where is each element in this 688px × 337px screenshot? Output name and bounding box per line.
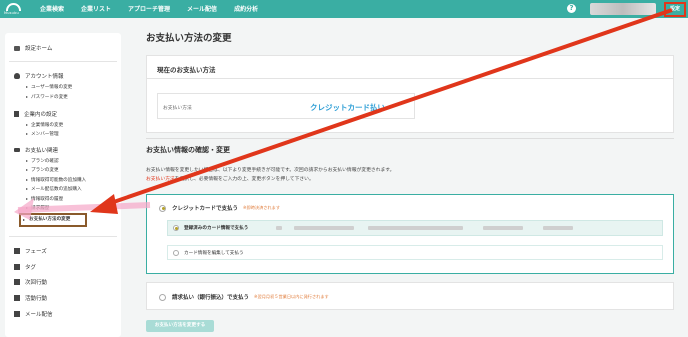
divider xyxy=(147,78,673,79)
sidebar-item-mail[interactable]: メール配信 xyxy=(14,310,53,318)
sidebar-section-payment: お支払い関連 xyxy=(14,146,58,154)
invoice-option-box: 請求払い（銀行振込）で支払う ※翌月月初５営業日以内に発行されます xyxy=(146,282,674,310)
help-icon[interactable]: ? xyxy=(567,4,576,13)
sidebar-item-label: 設定ホーム xyxy=(25,46,53,52)
invoice-note: ※翌月月初５営業日以内に発行されます xyxy=(254,294,329,299)
money-icon xyxy=(14,148,20,152)
credit-card-option-box: クレジットカードで支払う ※即時決済されます 登録済みのカード情報で支払う カー… xyxy=(146,194,674,274)
current-payment-heading: 現在のお支払い方法 xyxy=(157,66,216,74)
sidebar-item-phase[interactable]: フェーズ xyxy=(14,247,47,255)
payment-method-value: クレジットカード払い xyxy=(310,103,385,112)
credit-card-option-label: クレジットカードで支払う xyxy=(172,206,239,212)
tag-icon xyxy=(14,264,20,270)
edit-card-option[interactable]: カード情報を編集して支払う xyxy=(167,245,663,260)
user-icon xyxy=(14,73,20,79)
radio-unselected-icon[interactable] xyxy=(173,249,179,256)
settings-sidebar: 設定ホーム アカウント情報 ユーザー情報の変更 パスワードの変更 企業内の設定 … xyxy=(5,33,121,337)
description-line-1: お支払い情報を変更したい場合は、以下より変更手続きが可能です。次回の請求からお支… xyxy=(146,168,395,173)
sidebar-item-members[interactable]: メンバー管理 xyxy=(26,131,59,137)
current-payment-panel: 現在のお支払い方法 お支払い方法 クレジットカード払い xyxy=(146,55,674,133)
nav-deal-analysis[interactable]: 成約分析 xyxy=(234,4,258,13)
nav-approach-management[interactable]: アプローチ管理 xyxy=(128,4,170,13)
description-line-2: お支払い方法を選択し、必要情報をご入力の上、変更ボタンを押して下さい。 xyxy=(146,175,314,182)
masked-card-info xyxy=(294,226,355,230)
sidebar-section-title: お支払い関連 xyxy=(25,148,59,154)
radio-selected-icon[interactable] xyxy=(159,204,166,212)
registered-card-label: 登録済みのカード情報で支払う xyxy=(184,226,249,231)
sidebar-item-label: タグ xyxy=(25,265,37,271)
sidebar-section-title: 企業内の設定 xyxy=(24,112,58,118)
invoice-option-label: 請求払い（銀行振込）で支払う xyxy=(172,295,250,301)
sidebar-item-label: 次回行動 xyxy=(25,280,48,286)
sidebar-item-plan-change[interactable]: プランの変更 xyxy=(26,167,59,173)
masked-card-info xyxy=(483,226,524,230)
radio-selected-icon[interactable] xyxy=(173,225,179,231)
sidebar-item-mail-purchase[interactable]: メール配信数の追加購入 xyxy=(26,186,82,192)
sidebar-item-activity[interactable]: 活動行動 xyxy=(14,294,47,302)
sidebar-item-next-action[interactable]: 次回行動 xyxy=(14,278,47,286)
section-title-confirm-change: お支払い情報の確認・変更 xyxy=(146,146,230,154)
nav-mail-delivery[interactable]: メール配信 xyxy=(187,4,217,13)
sidebar-item-tag[interactable]: タグ xyxy=(14,263,36,271)
main-nav: 企業検索 企業リスト アプローチ管理 メール配信 成約分析 xyxy=(40,4,275,13)
top-navigation-bar: Musubu 企業検索 企業リスト アプローチ管理 メール配信 成約分析 ? 設… xyxy=(0,0,688,18)
home-icon xyxy=(14,45,20,51)
sidebar-section-company: 企業内の設定 xyxy=(14,110,57,118)
logo-mark-icon xyxy=(6,3,21,11)
phase-icon xyxy=(14,248,20,254)
musubu-logo[interactable]: Musubu xyxy=(4,2,24,16)
nav-company-list[interactable]: 企業リスト xyxy=(81,4,111,13)
edit-card-label: カード情報を編集して支払う xyxy=(184,250,244,256)
sidebar-item-plan-check[interactable]: プランの確認 xyxy=(26,158,59,164)
credit-card-note: ※即時決済されます xyxy=(243,205,281,210)
settings-button[interactable]: 設定 xyxy=(664,2,686,17)
sidebar-item-label: フェーズ xyxy=(25,249,47,255)
sidebar-item-label: 活動行動 xyxy=(25,296,48,302)
invoice-radio-option[interactable]: 請求払い（銀行振込）で支払う ※翌月月初５営業日以内に発行されます xyxy=(159,293,329,301)
divider xyxy=(146,138,674,139)
sidebar-item-company-info[interactable]: 企業情報の変更 xyxy=(26,122,63,128)
page-title: お支払い方法の変更 xyxy=(146,33,232,44)
sidebar-item-info-history[interactable]: 情報取得の履歴 xyxy=(26,196,63,202)
current-payment-row: お支払い方法 クレジットカード払い xyxy=(157,93,415,119)
sidebar-item-info-purchase[interactable]: 情報取得可能数の追加購入 xyxy=(26,177,86,183)
sidebar-item-label: メール配信 xyxy=(25,312,53,318)
description-rest: を選択し、必要情報をご入力の上、変更ボタンを押して下さい。 xyxy=(174,177,314,182)
logo-text: Musubu xyxy=(4,11,19,15)
payment-method-label: お支払い方法 xyxy=(163,106,192,111)
masked-card-info xyxy=(543,226,574,230)
masked-card-info xyxy=(368,226,464,230)
radio-unselected-icon[interactable] xyxy=(159,293,166,301)
sidebar-item-password[interactable]: パスワードの変更 xyxy=(26,94,68,100)
divider xyxy=(9,61,117,62)
sidebar-item-settings-home[interactable]: 設定ホーム xyxy=(14,44,52,52)
nav-company-search[interactable]: 企業検索 xyxy=(40,4,64,13)
masked-card-info xyxy=(276,226,283,230)
change-payment-method-button[interactable]: お支払い方法を変更する xyxy=(146,320,214,332)
sidebar-item-payment-method-change[interactable]: お支払い方法の変更 xyxy=(19,213,87,227)
divider xyxy=(9,236,117,237)
sidebar-item-billing-history[interactable]: 請求履歴 xyxy=(26,205,49,211)
user-account-menu[interactable] xyxy=(590,3,656,15)
credit-card-radio-option[interactable]: クレジットカードで支払う ※即時決済されます xyxy=(159,204,280,212)
description-highlight: お支払い方法 xyxy=(146,177,175,182)
calendar-icon xyxy=(14,279,20,285)
sidebar-item-user-info[interactable]: ユーザー情報の変更 xyxy=(26,84,72,90)
running-icon xyxy=(14,295,20,301)
mail-icon xyxy=(14,311,20,317)
building-icon xyxy=(14,111,19,117)
registered-card-option[interactable]: 登録済みのカード情報で支払う xyxy=(167,220,663,236)
sidebar-section-title: アカウント情報 xyxy=(25,74,64,80)
sidebar-section-account: アカウント情報 xyxy=(14,72,64,80)
